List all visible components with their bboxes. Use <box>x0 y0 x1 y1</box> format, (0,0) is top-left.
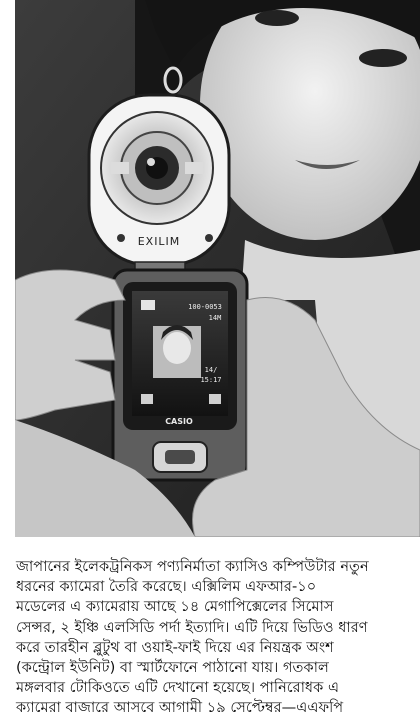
caption-line: ক্যামেরা বাজারে আসবে আগামী ১৯ সেপ্টেম্বর… <box>16 699 344 717</box>
screen-resolution: 14M <box>209 314 222 322</box>
caption-line: মঙ্গলবার টোকিওতে এটি দেখানো হয়েছে। পানি… <box>16 679 340 697</box>
caption-line: সেন্সর, ২ ইঞ্চি এলসিডি পর্দা ইত্যাদি। এট… <box>16 618 368 636</box>
screen-counter: 100-0053 <box>188 303 222 311</box>
news-photo: EXILIM 100-0053 14M 14/ 15:17 CASIO <box>15 0 420 537</box>
caption-line: মডেলের এ ক্যামেরায় আছে ১৪ মেগাপিক্সেলের… <box>16 598 334 616</box>
caption-line: ধরনের ক্যামেরা তৈরি করেছে। এক্সিলিম এফআর… <box>16 578 317 596</box>
caption-line: জাপানের ইলেকট্রনিকস পণ্যনির্মাতা ক্যাসিও… <box>16 558 369 575</box>
photo-caption: জাপানের ইলেকট্রনিকস পণ্যনির্মাতা ক্যাসিও… <box>16 557 418 719</box>
screen-time: 15:17 <box>200 376 221 384</box>
screen-date: 14/ <box>205 366 218 374</box>
caption-line: করে তারহীন ব্লুটুথ বা ওয়াই-ফাই দিয়ে এর… <box>16 638 334 656</box>
casio-logo: CASIO <box>165 417 193 426</box>
caption-line: (কন্ট্রোল ইউনিট) বা স্মার্টফোনে পাঠানো য… <box>16 659 329 677</box>
exilim-logo: EXILIM <box>138 235 181 248</box>
